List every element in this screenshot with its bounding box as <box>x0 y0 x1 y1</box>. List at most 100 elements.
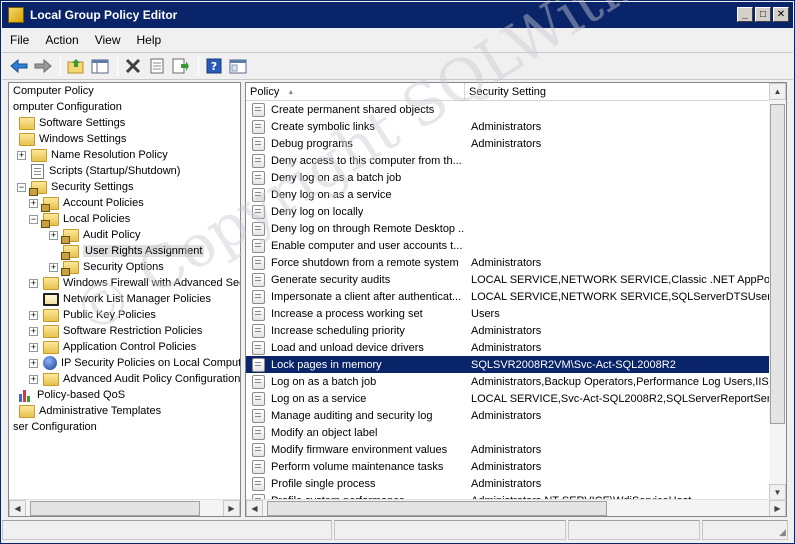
menu-view[interactable]: View <box>87 33 129 47</box>
tree-item[interactable]: Software Settings <box>19 115 125 131</box>
close-button[interactable]: ✕ <box>773 7 789 22</box>
tree-item[interactable]: Scripts (Startup/Shutdown) <box>17 163 180 179</box>
scroll-left-icon[interactable]: ◀ <box>246 499 263 516</box>
table-row[interactable]: Impersonate a client after authenticat..… <box>246 288 770 305</box>
scroll-up-icon[interactable]: ▲ <box>769 83 786 100</box>
expand-icon[interactable]: + <box>29 310 38 320</box>
expand-icon[interactable]: + <box>29 198 38 208</box>
column-header-security-setting[interactable]: Security Setting <box>465 83 770 101</box>
table-row[interactable]: Manage auditing and security log Administ… <box>246 407 770 424</box>
collapse-icon[interactable]: − <box>29 214 38 224</box>
list-vertical-scrollbar[interactable]: ▲ ▼ <box>769 83 786 501</box>
tree-item[interactable]: Windows Settings <box>19 131 126 147</box>
table-row[interactable]: Profile single process Administrators <box>246 475 770 492</box>
table-row[interactable]: Debug programs Administrators <box>246 135 770 152</box>
tree-item[interactable]: + Windows Firewall with Advanced Secu <box>29 275 240 291</box>
scroll-right-icon[interactable]: ▶ <box>769 499 786 516</box>
table-row[interactable]: Deny log on as a batch job <box>246 169 770 186</box>
column-header-policy[interactable]: Policy ▲ <box>246 83 465 101</box>
scroll-left-icon[interactable]: ◀ <box>9 499 26 516</box>
policy-cell: Create permanent shared objects <box>246 102 465 117</box>
list-horizontal-scrollbar[interactable]: ◀ ▶ <box>246 499 786 516</box>
table-row[interactable]: Modify firmware environment values Admini… <box>246 441 770 458</box>
console-tree-pane[interactable]: Computer Policy omputer Configuration Soft… <box>8 82 241 517</box>
expand-icon[interactable]: + <box>29 342 38 352</box>
tree-item[interactable]: + Name Resolution Policy <box>17 147 168 163</box>
table-row[interactable]: Create permanent shared objects <box>246 101 770 118</box>
export-list-icon[interactable] <box>170 55 192 77</box>
main-window: Local Group Policy Editor _ □ ✕ File Act… <box>0 0 795 544</box>
table-row[interactable]: Create symbolic links Administrators <box>246 118 770 135</box>
show-hide-tree-icon[interactable] <box>89 55 111 77</box>
scroll-thumb[interactable] <box>30 500 200 516</box>
scroll-right-icon[interactable]: ▶ <box>223 499 240 516</box>
expand-icon[interactable]: + <box>49 230 58 240</box>
tree-item[interactable]: + Security Options <box>49 259 164 276</box>
scroll-track[interactable] <box>263 499 769 516</box>
tree-item[interactable]: − Security Settings <box>17 179 134 196</box>
table-row[interactable]: Increase scheduling priority Administrato… <box>246 322 770 339</box>
tree-item[interactable]: omputer Configuration <box>13 99 122 115</box>
details-pane[interactable]: Policy ▲ Security Setting Create permane… <box>245 82 787 517</box>
collapse-icon[interactable]: − <box>17 182 26 192</box>
tree-item[interactable]: + Application Control Policies <box>29 339 196 355</box>
table-row[interactable]: Generate security audits LOCAL SERVICE,NE… <box>246 271 770 288</box>
tree-item[interactable]: + Advanced Audit Policy Configuration <box>29 371 240 387</box>
table-row[interactable]: Deny log on locally <box>246 203 770 220</box>
table-row[interactable]: Deny log on through Remote Desktop ... <box>246 220 770 237</box>
table-row[interactable]: Log on as a service LOCAL SERVICE,Svc-Act… <box>246 390 770 407</box>
expand-icon[interactable]: + <box>29 358 38 368</box>
table-row[interactable]: Deny log on as a service <box>246 186 770 203</box>
properties-icon[interactable] <box>146 55 168 77</box>
table-row[interactable]: Increase a process working set Users <box>246 305 770 322</box>
tree-item[interactable]: + Public Key Policies <box>29 307 156 323</box>
table-row[interactable]: Load and unload device drivers Administra… <box>246 339 770 356</box>
expand-icon[interactable]: + <box>49 262 58 272</box>
tree-item[interactable]: + Audit Policy <box>49 227 140 244</box>
table-row[interactable]: Deny access to this computer from th... <box>246 152 770 169</box>
resize-grip-icon[interactable]: ◢ <box>779 527 791 539</box>
help-icon[interactable]: ? <box>203 55 225 77</box>
tree-item-label: Security Options <box>83 261 164 273</box>
expand-icon[interactable]: + <box>29 278 38 288</box>
extended-view-icon[interactable] <box>227 55 249 77</box>
table-row[interactable]: Enable computer and user accounts t... <box>246 237 770 254</box>
table-row[interactable]: Perform volume maintenance tasks Administ… <box>246 458 770 475</box>
tree-item[interactable]: + Software Restriction Policies <box>29 323 202 339</box>
table-row[interactable]: Modify an object label <box>246 424 770 441</box>
tree-item[interactable]: ser Configuration <box>13 419 97 435</box>
scroll-track[interactable] <box>26 499 223 516</box>
tree-item-label: Network List Manager Policies <box>63 293 211 305</box>
tree-item[interactable]: Network List Manager Policies <box>29 291 211 307</box>
policy-setting-icon <box>252 425 265 440</box>
menu-help[interactable]: Help <box>129 33 170 47</box>
tree-item[interactable]: Administrative Templates <box>19 403 161 419</box>
forward-arrow-icon[interactable] <box>32 55 54 77</box>
title-bar[interactable]: Local Group Policy Editor _ □ ✕ <box>2 2 793 28</box>
expand-icon[interactable]: + <box>29 374 38 384</box>
tree-item-label: Name Resolution Policy <box>51 149 168 161</box>
tree-item[interactable]: Policy-based QoS <box>19 387 125 403</box>
scroll-thumb[interactable] <box>770 104 785 424</box>
policy-cell: Modify firmware environment values <box>246 442 465 457</box>
menu-action[interactable]: Action <box>37 33 86 47</box>
tree-item[interactable]: User Rights Assignment <box>49 243 205 260</box>
menu-file[interactable]: File <box>2 33 37 47</box>
expand-icon[interactable]: + <box>17 150 26 160</box>
back-arrow-icon[interactable] <box>8 55 30 77</box>
tree-item[interactable]: + Account Policies <box>29 195 144 212</box>
expand-icon[interactable]: + <box>29 326 38 336</box>
tree-item[interactable]: − Local Policies <box>29 211 130 228</box>
scroll-thumb[interactable] <box>267 500 607 516</box>
tree-item[interactable]: Computer Policy <box>13 83 94 99</box>
delete-icon[interactable] <box>122 55 144 77</box>
up-folder-icon[interactable] <box>65 55 87 77</box>
minimize-button[interactable]: _ <box>737 7 753 22</box>
table-row[interactable]: Log on as a batch job Administrators,Back… <box>246 373 770 390</box>
scroll-track[interactable] <box>769 100 786 484</box>
maximize-button[interactable]: □ <box>755 7 771 22</box>
tree-item[interactable]: + IP Security Policies on Local Compute <box>29 355 240 371</box>
tree-horizontal-scrollbar[interactable]: ◀ ▶ <box>9 499 240 516</box>
table-row[interactable]: Lock pages in memory SQLSVR2008R2VM\Svc-A… <box>246 356 770 373</box>
table-row[interactable]: Force shutdown from a remote system Admin… <box>246 254 770 271</box>
